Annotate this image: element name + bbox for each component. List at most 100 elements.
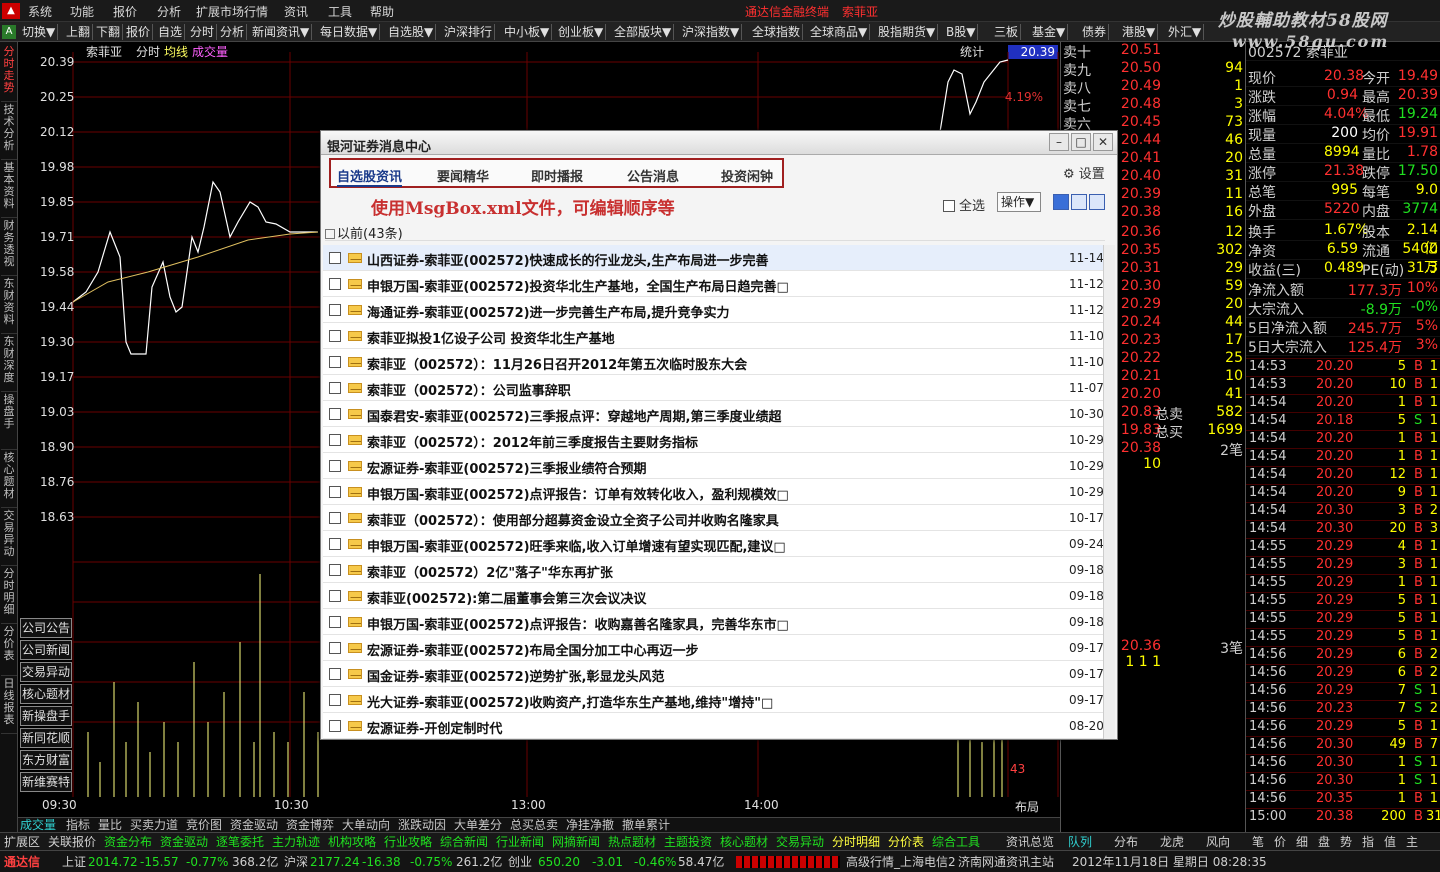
tb-daily-data[interactable]: 每日数据▼ xyxy=(318,24,381,40)
status-server[interactable]: 高级行情_上海电信2 xyxy=(846,854,956,870)
minimize-icon[interactable]: – xyxy=(1049,133,1069,151)
right-nav-item[interactable]: 队列 xyxy=(1068,834,1092,850)
btab-total-bs[interactable]: 总买总卖 xyxy=(510,818,558,833)
item-checkbox[interactable] xyxy=(329,356,341,368)
menu-system[interactable]: 系统 xyxy=(28,3,52,20)
item-title[interactable]: 索菲亚（002572）2亿"落子"华东再扩张 xyxy=(367,562,1057,581)
scrollbar[interactable] xyxy=(1103,245,1115,739)
item-checkbox[interactable] xyxy=(329,434,341,446)
tb-analysis[interactable]: 分析 xyxy=(218,24,248,40)
navtab-item[interactable]: 行业攻略 xyxy=(384,834,432,850)
status-sh-label[interactable]: 上证 xyxy=(62,854,86,870)
item-checkbox[interactable] xyxy=(329,694,341,706)
status-news-server[interactable]: 济南网通资讯主站 xyxy=(958,854,1054,870)
menu-quote[interactable]: 报价 xyxy=(113,3,137,20)
tb-watchlist[interactable]: 自选 xyxy=(156,24,186,40)
item-checkbox[interactable] xyxy=(329,616,341,628)
item-title[interactable]: 国泰君安-索菲亚(002572)三季报点评：穿越地产周期,第三季度业绩超 xyxy=(367,406,1057,425)
tb-quote[interactable]: 报价 xyxy=(124,24,154,40)
right-nav-item[interactable]: 盘 xyxy=(1318,834,1330,850)
menu-analysis[interactable]: 分析 xyxy=(157,3,181,20)
link-weisaite[interactable]: 新维赛特 xyxy=(20,772,72,792)
item-checkbox[interactable] xyxy=(329,720,341,732)
item-title[interactable]: 山西证券-索菲亚(002572)快速成长的行业龙头,生产布局进一步完善 xyxy=(367,250,1057,269)
message-item[interactable]: 索菲亚拟投1亿设子公司 投资华北生产基地 11-10 xyxy=(323,323,1115,349)
message-item[interactable]: 索菲亚（002572）：2012年前三季度报告主要财务指标 10-29 xyxy=(323,427,1115,453)
dtab-watchlist-news[interactable]: 自选股资讯 xyxy=(337,166,403,187)
message-item[interactable]: 申银万国-索菲亚(002572)投资华北生产基地，全国生产布局日趋完善□ 11-1… xyxy=(323,271,1115,297)
item-checkbox[interactable] xyxy=(329,512,341,524)
navtab-item[interactable]: 资金分布 xyxy=(104,834,152,850)
item-checkbox[interactable] xyxy=(329,486,341,498)
tb-gem-board[interactable]: 创业板▼ xyxy=(556,24,607,40)
message-item[interactable]: 索菲亚（002572）：公司监事辞职 11-07 xyxy=(323,375,1115,401)
btab-vol-ratio[interactable]: 量比 xyxy=(98,818,122,833)
navtab-item[interactable]: 热点题材 xyxy=(608,834,656,850)
item-checkbox[interactable] xyxy=(329,278,341,290)
tb-b-shares[interactable]: B股▼ xyxy=(944,24,979,40)
item-title[interactable]: 索菲亚拟投1亿设子公司 投资华北生产基地 xyxy=(367,328,1057,347)
link-core-topic[interactable]: 核心题材 xyxy=(20,684,72,704)
right-nav-item[interactable]: 势 xyxy=(1340,834,1352,850)
close-icon[interactable]: ✕ xyxy=(1093,133,1113,151)
right-nav-item[interactable]: 龙虎 xyxy=(1160,834,1184,850)
message-item[interactable]: 申银万国-索菲亚(002572)旺季来临,收入订单增速有望实现匹配,建议□ 09-… xyxy=(323,531,1115,557)
message-item[interactable]: 申银万国-索菲亚(002572)点评报告：订单有效转化收入，盈利规模效□ 10-2… xyxy=(323,479,1115,505)
right-nav-item[interactable]: 分布 xyxy=(1114,834,1138,850)
right-nav-item[interactable]: 笔 xyxy=(1252,834,1264,850)
menu-help[interactable]: 帮助 xyxy=(370,3,394,20)
item-checkbox[interactable] xyxy=(329,382,341,394)
item-title[interactable]: 海通证券-索菲亚(002572)进一步完善生产布局,提升竞争实力 xyxy=(367,302,1057,321)
item-title[interactable]: 索菲亚（002572）：公司监事辞职 xyxy=(367,380,1057,399)
view-list-icon[interactable] xyxy=(1053,194,1069,210)
tb-hs-index[interactable]: 沪深指数▼ xyxy=(680,24,743,40)
operate-dropdown[interactable]: 操作▼ xyxy=(997,192,1041,212)
btab-net-cancel[interactable]: 净挂净撤 xyxy=(566,818,614,833)
item-title[interactable]: 国金证券-索菲亚(002572)逆势扩张,彰显龙头风范 xyxy=(367,666,1057,685)
item-checkbox[interactable] xyxy=(329,330,341,342)
navtab-item[interactable]: 行业新闻 xyxy=(496,834,544,850)
item-checkbox[interactable] xyxy=(329,460,341,472)
tb-forex[interactable]: 外汇▼ xyxy=(1166,24,1205,40)
menu-news[interactable]: 资讯 xyxy=(284,3,308,20)
btab-big-order[interactable]: 大单动向 xyxy=(342,818,390,833)
select-all-checkbox[interactable]: 全选 xyxy=(943,195,985,214)
maximize-icon[interactable]: □ xyxy=(1071,133,1091,151)
btab-change-cause[interactable]: 涨跌动因 xyxy=(398,818,446,833)
right-nav-item[interactable]: 指 xyxy=(1362,834,1374,850)
vtab-core-topic[interactable]: 核心题材 xyxy=(1,452,17,508)
item-checkbox[interactable] xyxy=(329,590,341,602)
item-title[interactable]: 光大证券-索菲亚(002572)收购资产,打造华东生产基地,维持"增持"□ xyxy=(367,692,1057,711)
right-nav-item[interactable]: 值 xyxy=(1384,834,1396,850)
view-detail-icon[interactable] xyxy=(1071,194,1087,210)
message-item[interactable]: 索菲亚（002572）：使用部分超募资金设立全资子公司并收购名隆家具 10-17 xyxy=(323,505,1115,531)
item-title[interactable]: 申银万国-索菲亚(002572)旺季来临,收入订单增速有望实现匹配,建议□ xyxy=(367,536,1057,555)
tb-bonds[interactable]: 债券 xyxy=(1080,24,1110,40)
btab-fund-drive[interactable]: 资金驱动 xyxy=(230,818,278,833)
app-logo-icon[interactable]: ▲ xyxy=(2,3,20,19)
navtab-item[interactable]: 分时明细 xyxy=(832,834,880,850)
message-item[interactable]: 宏源证券-开创定制时代 08-20 xyxy=(323,713,1115,739)
message-item[interactable]: 索菲亚(002572):第二届董事会第三次会议决议 09-18 xyxy=(323,583,1115,609)
settings-button[interactable]: ⚙ 设置 xyxy=(1063,163,1105,182)
link-tonghuashun[interactable]: 新同花顺 xyxy=(20,728,72,748)
navtab-item[interactable]: 机构攻略 xyxy=(328,834,376,850)
vtab-technical[interactable]: 技术分析 xyxy=(1,104,17,160)
item-title[interactable]: 索菲亚（002572）：2012年前三季度报告主要财务指标 xyxy=(367,432,1057,451)
right-nav-item[interactable]: 价 xyxy=(1274,834,1286,850)
navtab-item[interactable]: 综合工具 xyxy=(932,834,980,850)
message-item[interactable]: 宏源证券-索菲亚(002572)布局全国分加工中心再迈一步 09-17 xyxy=(323,635,1115,661)
navtab-item[interactable]: 逐笔委托 xyxy=(216,834,264,850)
navtab-item[interactable]: 交易异动 xyxy=(776,834,824,850)
item-title[interactable]: 申银万国-索菲亚(002572)点评报告：收购嘉善名隆家具，完善华东市□ xyxy=(367,614,1057,633)
item-checkbox[interactable] xyxy=(329,252,341,264)
link-trade-alert[interactable]: 交易异动 xyxy=(20,662,72,682)
layout-button[interactable]: 布局 xyxy=(1015,798,1039,815)
right-nav-item[interactable]: 主 xyxy=(1406,834,1418,850)
item-title[interactable]: 宏源证券-开创定制时代 xyxy=(367,718,1057,737)
tb-third-board[interactable]: 三板 xyxy=(992,24,1022,40)
btab-buy-sell-power[interactable]: 买卖力道 xyxy=(130,818,178,833)
group-header[interactable]: 以前(43条) xyxy=(325,223,1105,242)
menu-function[interactable]: 功能 xyxy=(70,3,94,20)
tb-funds[interactable]: 基金▼ xyxy=(1030,24,1069,40)
